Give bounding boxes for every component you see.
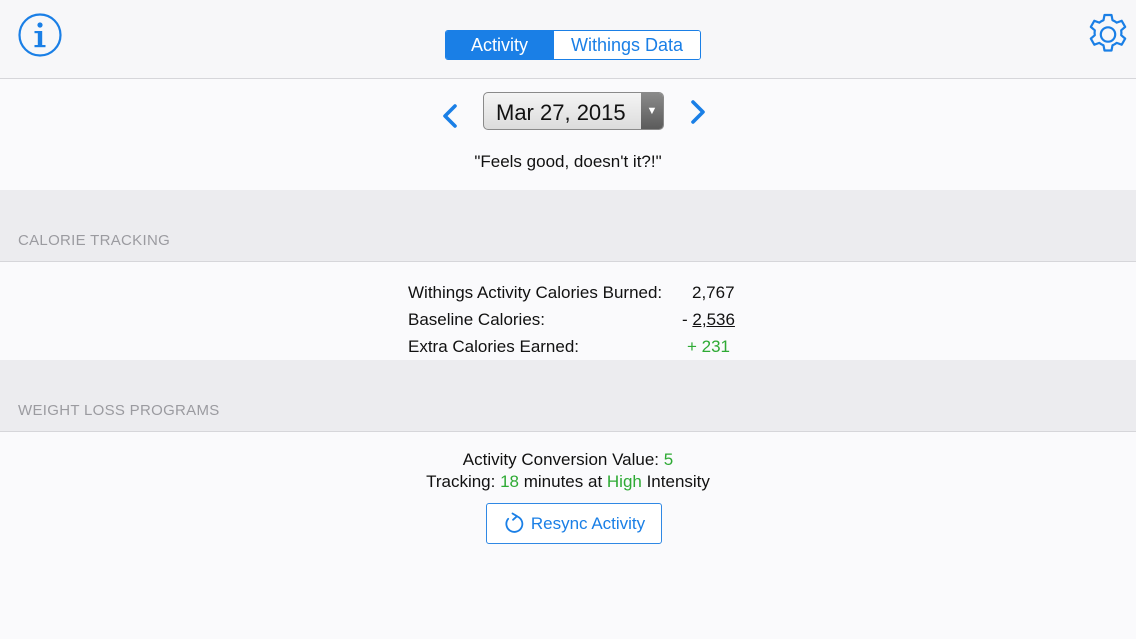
tracking-line: Tracking: 18 minutes at High Intensity: [0, 471, 1136, 493]
chevron-left-icon[interactable]: [440, 102, 460, 130]
tracking-suffix: Intensity: [641, 472, 710, 491]
refresh-icon: [505, 512, 524, 533]
calories-burned-value: 2,767: [692, 283, 735, 302]
conversion-line: Activity Conversion Value: 5: [0, 449, 1136, 471]
tracking-intensity: High: [606, 472, 642, 491]
row-label: Extra Calories Earned:: [408, 337, 580, 356]
tracking-prefix: Tracking:: [426, 472, 501, 491]
row-label: Withings Activity Calories Burned:: [408, 283, 663, 302]
info-circle-icon[interactable]: [17, 12, 63, 58]
section-title: CALORIE TRACKING: [18, 232, 171, 249]
resync-label: Resync Activity: [530, 513, 646, 533]
weight-loss-summary: Activity Conversion Value: 5 Tracking: 1…: [0, 449, 1136, 493]
baseline-number: 2,536: [692, 310, 735, 329]
top-bar: Activity Withings Data: [0, 0, 1136, 79]
date-picker[interactable]: Mar 27, 2015 ▼: [483, 92, 664, 130]
extra-calories-value: + 231: [687, 337, 731, 356]
row-label: Baseline Calories:: [408, 310, 546, 329]
minus-sign: -: [682, 310, 693, 329]
calorie-tracking-header: CALORIE TRACKING: [0, 190, 1136, 262]
gear-icon[interactable]: [1084, 11, 1132, 59]
calories-burned-row: Withings Activity Calories Burned: 2,767: [408, 283, 748, 310]
weight-loss-programs-header: WEIGHT LOSS PROGRAMS: [0, 360, 1136, 432]
tab-activity[interactable]: Activity: [446, 31, 553, 59]
baseline-calories-value: - 2,536: [682, 310, 735, 330]
section-title: WEIGHT LOSS PROGRAMS: [18, 402, 220, 419]
date-value: Mar 27, 2015: [496, 100, 626, 125]
motivational-quote: "Feels good, doesn't it?!": [474, 152, 662, 171]
dropdown-arrow-icon: ▼: [641, 93, 663, 129]
date-navigation: Mar 27, 2015 ▼: [0, 90, 1136, 134]
chevron-right-icon[interactable]: [688, 98, 708, 126]
conversion-value: 5: [663, 450, 674, 469]
tab-withings-data[interactable]: Withings Data: [553, 31, 700, 59]
calorie-summary: Withings Activity Calories Burned: 2,767…: [408, 283, 748, 364]
tracking-mid: minutes at: [519, 472, 607, 491]
conversion-label: Activity Conversion Value:: [462, 450, 664, 469]
view-segmented-control: Activity Withings Data: [445, 30, 701, 60]
resync-activity-button[interactable]: Resync Activity: [486, 503, 662, 544]
tracking-minutes: 18: [500, 472, 520, 491]
baseline-calories-row: Baseline Calories: - 2,536: [408, 310, 748, 337]
